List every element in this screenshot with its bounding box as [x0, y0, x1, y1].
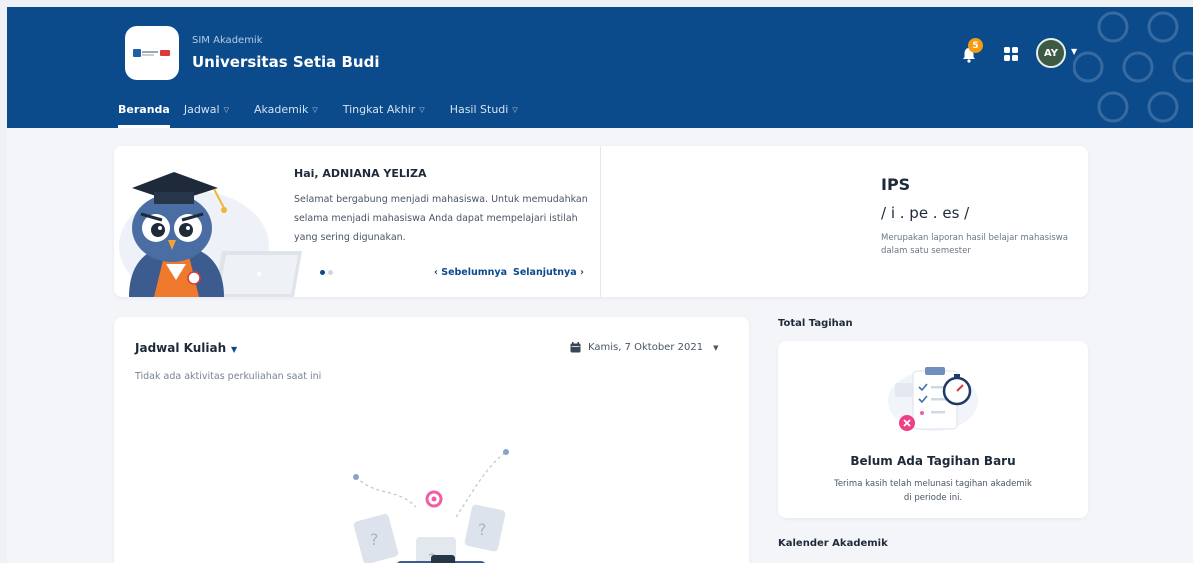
next-button[interactable]: Selanjutnya ›	[513, 267, 584, 278]
nav-label: Beranda	[118, 103, 170, 116]
nav-item-jadwal[interactable]: Jadwal ▽	[184, 103, 240, 125]
svg-text:?: ?	[478, 520, 487, 539]
apps-grid-icon[interactable]	[1003, 46, 1019, 62]
user-avatar[interactable]: AY	[1036, 38, 1066, 68]
calendar-section-title: Kalender Akademik	[778, 538, 888, 549]
chevron-down-icon: ▽	[419, 106, 425, 114]
bill-card: Belum Ada Tagihan Baru Terima kasih tela…	[778, 341, 1088, 518]
top-header: SIM Akademik Universitas Setia Budi 5 AY…	[7, 7, 1193, 128]
previous-button[interactable]: ‹ Sebelumnya	[434, 267, 507, 278]
svg-text:?: ?	[370, 530, 379, 549]
nav-label: Jadwal	[183, 103, 220, 116]
nav-label: Tingkat Akhir	[342, 103, 416, 116]
bill-cleared-illustration	[888, 367, 978, 431]
nav-label: Hasil Studi	[449, 103, 509, 116]
institution-name: Universitas Setia Budi	[192, 53, 380, 71]
welcome-message: Selamat bergabung menjadi mahasiswa. Unt…	[294, 194, 588, 243]
nav-item-akademik[interactable]: Akademik ▽	[254, 103, 329, 125]
schedule-date-picker[interactable]: Kamis, 7 Oktober 2021 ▼	[570, 342, 718, 353]
university-logo[interactable]	[125, 26, 179, 80]
calendar-icon	[570, 342, 581, 353]
chevron-down-icon: ▽	[312, 106, 318, 114]
chevron-down-icon[interactable]: ▼	[1071, 47, 1080, 56]
empty-schedule-text: Tidak ada aktivitas perkuliahan saat ini	[135, 371, 322, 382]
welcome-card: Hai, ADNIANA YELIZA Selamat bergabung me…	[114, 146, 1088, 297]
bill-status-title: Belum Ada Tagihan Baru	[850, 454, 1016, 468]
main-nav: Beranda Jadwal ▽ Akademik ▽ Tingkat Akhi…	[118, 103, 543, 128]
bill-section-title: Total Tagihan	[778, 318, 853, 329]
empty-state-illustration: ? ? ?	[353, 449, 509, 563]
app-label: SIM Akademik	[192, 35, 263, 46]
nav-label: Akademik	[253, 103, 309, 116]
caret-down-icon[interactable]: ▼	[231, 345, 237, 354]
caret-down-icon: ▼	[713, 343, 719, 352]
schedule-card: Jadwal Kuliah ▼ Kamis, 7 Oktober 2021 ▼ …	[114, 317, 749, 563]
schedule-date: Kamis, 7 Oktober 2021	[588, 342, 704, 353]
bill-status-text: Terima kasih telah melunasi tagihan akad…	[834, 479, 1032, 503]
chevron-down-icon: ▽	[223, 106, 229, 114]
carousel-dot[interactable]	[320, 270, 325, 275]
carousel-dots	[320, 270, 333, 275]
divider	[600, 146, 601, 297]
greeting: Hai, ADNIANA YELIZA	[294, 167, 427, 180]
nav-item-beranda[interactable]: Beranda	[118, 103, 170, 128]
chevron-down-icon: ▽	[512, 106, 518, 114]
schedule-title[interactable]: Jadwal Kuliah	[135, 341, 226, 355]
glossary-term: IPS	[881, 175, 911, 194]
nav-item-hasil-studi[interactable]: Hasil Studi ▽	[450, 103, 529, 125]
owl-mascot-illustration	[119, 172, 302, 297]
glossary-definition: Merupakan laporan hasil belajar mahasisw…	[881, 233, 1068, 256]
app-frame: SIM Akademik Universitas Setia Budi 5 AY…	[7, 7, 1193, 563]
usb-logo-icon	[133, 49, 170, 57]
glossary-phonetic: / i . pe . es /	[881, 204, 970, 222]
nav-item-tingkat-akhir[interactable]: Tingkat Akhir ▽	[343, 103, 436, 125]
notification-badge: 5	[968, 38, 983, 53]
carousel-dot[interactable]	[328, 270, 333, 275]
header-pattern	[1073, 11, 1193, 123]
